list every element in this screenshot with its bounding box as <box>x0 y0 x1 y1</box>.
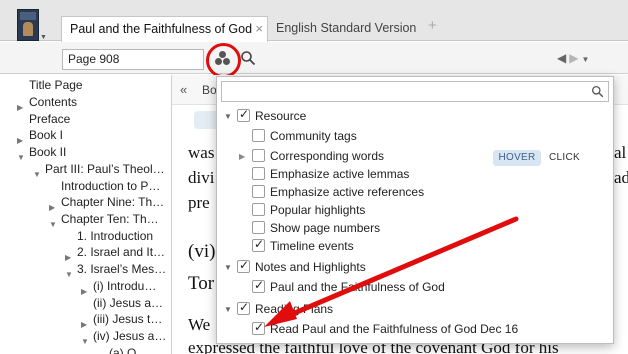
toc-item[interactable]: Book I <box>29 128 63 142</box>
toc-item[interactable]: Book II <box>29 145 66 159</box>
checkbox-page-numbers[interactable] <box>252 221 265 234</box>
chevron-right-icon[interactable]: ▶ <box>239 152 245 161</box>
table-of-contents: ▶ ▶ ▼ ▼ ▶ ▼ ▶ ▼ ▶ ▶ ▼ Title Page Content… <box>0 75 172 354</box>
body-text: divi <box>188 168 215 187</box>
body-text: al <box>614 143 627 162</box>
toc-item[interactable]: Introduction to P… <box>61 179 160 193</box>
option-label: Emphasize active lemmas <box>270 167 410 181</box>
forward-arrow-icon[interactable]: ▶ <box>569 51 581 65</box>
breadcrumb[interactable]: Bo <box>202 83 217 97</box>
reference-input[interactable]: Page 908 <box>62 49 204 70</box>
toc-item[interactable]: 2. Israel and It… <box>77 245 165 259</box>
toc-expander[interactable]: ▶ <box>81 287 87 296</box>
toc-item[interactable]: 3. Israel’s Mes… <box>77 262 166 276</box>
back-arrow-icon[interactable]: ◀ <box>557 51 569 65</box>
option-label: Corresponding words <box>270 149 385 163</box>
toolbar: Page 908 ◀▶▼ <box>0 42 628 74</box>
collapse-toc-button[interactable]: « <box>180 82 187 97</box>
history-nav: ◀▶▼ <box>557 51 592 65</box>
toc-expander[interactable]: ▶ <box>17 103 23 112</box>
body-text: was <box>188 143 215 162</box>
search-icon[interactable] <box>240 50 256 66</box>
option-label: Emphasize active references <box>270 185 425 199</box>
body-text: ad <box>614 168 628 187</box>
option-label: Community tags <box>270 129 357 143</box>
toc-expander[interactable]: ▼ <box>49 220 57 229</box>
toc-expander[interactable]: ▶ <box>65 253 71 262</box>
section-heading: (vi) <box>188 241 216 262</box>
click-toggle[interactable]: CLICK <box>549 150 580 166</box>
toc-item[interactable]: (ii) Jesus a… <box>93 296 163 310</box>
hover-toggle[interactable]: HOVER <box>493 150 541 166</box>
chevron-down-icon[interactable]: ▼ <box>581 55 592 64</box>
toc-item[interactable]: Chapter Nine: Th… <box>61 195 164 209</box>
section-heading: Tor <box>188 273 215 294</box>
filter-search-input[interactable] <box>221 81 609 102</box>
toc-item[interactable]: Preface <box>29 112 70 126</box>
chevron-down-icon[interactable]: ▼ <box>224 112 232 121</box>
option-label: Timeline events <box>270 239 354 253</box>
checkbox-paul-notes[interactable] <box>252 278 265 293</box>
checkbox-popular-highlights[interactable] <box>252 203 265 216</box>
checkbox-resource[interactable] <box>237 107 250 122</box>
toc-expander[interactable]: ▶ <box>49 203 55 212</box>
group-label: Notes and Highlights <box>255 260 366 274</box>
book-cover-icon[interactable] <box>17 9 39 41</box>
toc-item[interactable]: (iii) Jesus t… <box>93 312 162 326</box>
new-tab-button[interactable]: + <box>428 17 437 34</box>
tab-paul-faithfulness[interactable]: Paul and the Faithfulness of God × <box>61 16 268 42</box>
visual-filters-panel: ▼ Resource Community tags ▶ Correspondin… <box>216 76 614 344</box>
toc-expander[interactable]: ▼ <box>33 170 41 179</box>
close-icon[interactable]: × <box>255 17 263 41</box>
toc-item[interactable]: Contents <box>29 95 77 109</box>
checkbox-reading-plans[interactable] <box>237 300 250 315</box>
checkbox-emphasize-lemmas[interactable] <box>252 167 265 180</box>
toc-expander[interactable]: ▼ <box>81 337 89 346</box>
body-text: We <box>188 315 211 334</box>
toc-item[interactable]: Part III: Paul’s Theol… <box>45 162 165 176</box>
option-label: Read Paul and the Faithfulness of God De… <box>270 322 519 336</box>
checkbox-community-tags[interactable] <box>252 129 265 142</box>
checkbox-timeline-events[interactable] <box>252 237 265 252</box>
tab-label: English Standard Version <box>276 21 417 35</box>
tab-label: Paul and the Faithfulness of God <box>70 22 253 36</box>
body-text: pre <box>188 193 210 212</box>
toc-expander[interactable]: ▶ <box>17 136 23 145</box>
toc-expander[interactable]: ▼ <box>17 153 25 162</box>
chevron-down-icon[interactable]: ▼ <box>224 305 232 314</box>
toc-item[interactable]: (a) O… <box>109 346 148 354</box>
toc-item[interactable]: 1. Introduction <box>77 229 153 243</box>
option-label: Paul and the Faithfulness of God <box>270 280 445 294</box>
annotation-circle <box>206 43 241 78</box>
toc-item[interactable]: Chapter Ten: Th… <box>61 212 159 226</box>
search-icon <box>591 85 604 98</box>
tab-esv[interactable]: English Standard Version <box>268 16 418 42</box>
option-label: Popular highlights <box>270 203 366 217</box>
group-label: Resource <box>255 109 307 123</box>
toc-expander[interactable]: ▼ <box>65 270 73 279</box>
toc-expander[interactable]: ▶ <box>81 320 87 329</box>
toc-item[interactable]: Title Page <box>29 78 83 92</box>
chevron-down-icon[interactable]: ▼ <box>224 263 232 272</box>
toc-item[interactable]: (i) Introdu… <box>93 279 156 293</box>
checkbox-notes-highlights[interactable] <box>237 258 250 273</box>
tab-strip: ▼ Paul and the Faithfulness of God × Eng… <box>0 0 628 42</box>
toc-item[interactable]: (iv) Jesus a… <box>93 329 166 343</box>
option-label: Show page numbers <box>270 221 381 235</box>
checkbox-emphasize-references[interactable] <box>252 185 265 198</box>
checkbox-read-paul-plan[interactable] <box>252 320 265 335</box>
chevron-down-icon[interactable]: ▼ <box>40 34 47 41</box>
checkbox-corresponding-words[interactable] <box>252 149 265 162</box>
group-label: Reading Plans <box>255 302 334 316</box>
